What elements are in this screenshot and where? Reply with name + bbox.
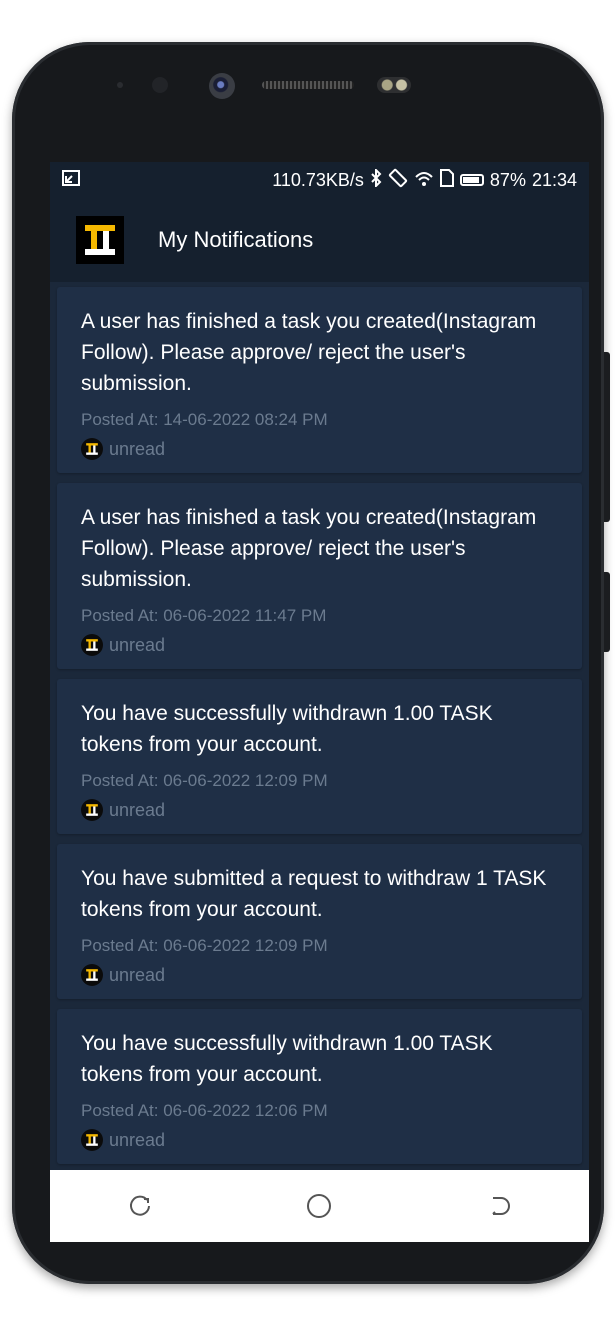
flash-sensor [377, 77, 411, 93]
notification-date: Posted At: 06-06-2022 12:09 PM [81, 936, 328, 955]
battery-icon [459, 174, 484, 186]
notification-status: unread [109, 799, 166, 820]
notification-status: unread [109, 1129, 166, 1150]
notification-date: Posted At: 14-06-2022 08:24 PM [81, 410, 328, 429]
notification-status: unread [109, 964, 166, 985]
wifi-icon [414, 169, 434, 192]
unread-badge-icon [81, 438, 103, 460]
unread-badge-icon [81, 964, 103, 986]
notification-message: A user has finished a task you created(I… [81, 310, 537, 395]
battery-percent: 87% [489, 169, 526, 190]
power-button [604, 572, 610, 652]
bluetooth-icon [370, 167, 382, 192]
sim-icon [439, 168, 454, 192]
light-sensor [152, 77, 168, 93]
recent-apps-icon[interactable] [120, 1186, 160, 1226]
taskitup-logo-icon[interactable] [76, 216, 124, 264]
unread-badge-icon [81, 1129, 103, 1151]
notification-card[interactable]: You have successfully withdrawn 1.00 TAS… [57, 1009, 582, 1164]
earpiece-speaker [262, 81, 354, 89]
front-camera [209, 73, 235, 99]
notification-status: unread [109, 634, 166, 655]
network-speed: 110.73KB/s [272, 169, 364, 190]
status-bar: 110.73KB/s 87% 21:34 [50, 162, 589, 198]
notification-card[interactable]: You have successfully withdrawn 1.00 TAS… [57, 679, 582, 834]
proximity-sensor [117, 82, 123, 88]
back-icon[interactable] [479, 1186, 519, 1226]
notification-card[interactable]: You have submitted a request to withdraw… [57, 844, 582, 999]
notification-list: A user has finished a task you created(I… [50, 282, 589, 1164]
unread-badge-icon [81, 634, 103, 656]
phone-frame: 110.73KB/s 87% 21:34 My Notifications A … [12, 42, 610, 1284]
notification-status: unread [109, 438, 166, 459]
rotate-icon [388, 168, 408, 193]
notification-message: You have successfully withdrawn 1.00 TAS… [81, 702, 493, 756]
screenshot-icon [62, 169, 84, 191]
notification-card[interactable]: A user has finished a task you created(I… [57, 483, 582, 669]
page-title: My Notifications [158, 227, 314, 252]
notification-message: You have successfully withdrawn 1.00 TAS… [81, 1032, 493, 1086]
unread-badge-icon [81, 799, 103, 821]
home-icon[interactable] [299, 1186, 339, 1226]
system-nav-bar [50, 1170, 589, 1242]
notification-message: You have submitted a request to withdraw… [81, 867, 547, 921]
clock: 21:34 [531, 169, 577, 190]
screen: 110.73KB/s 87% 21:34 My Notifications A … [50, 162, 589, 1242]
notification-date: Posted At: 06-06-2022 11:47 PM [81, 606, 327, 625]
app-bar: My Notifications [50, 198, 589, 282]
notification-message: A user has finished a task you created(I… [81, 506, 537, 591]
notification-date: Posted At: 06-06-2022 12:09 PM [81, 771, 328, 790]
notification-card[interactable]: A user has finished a task you created(I… [57, 287, 582, 473]
notification-date: Posted At: 06-06-2022 12:06 PM [81, 1101, 328, 1120]
volume-button [604, 352, 610, 522]
